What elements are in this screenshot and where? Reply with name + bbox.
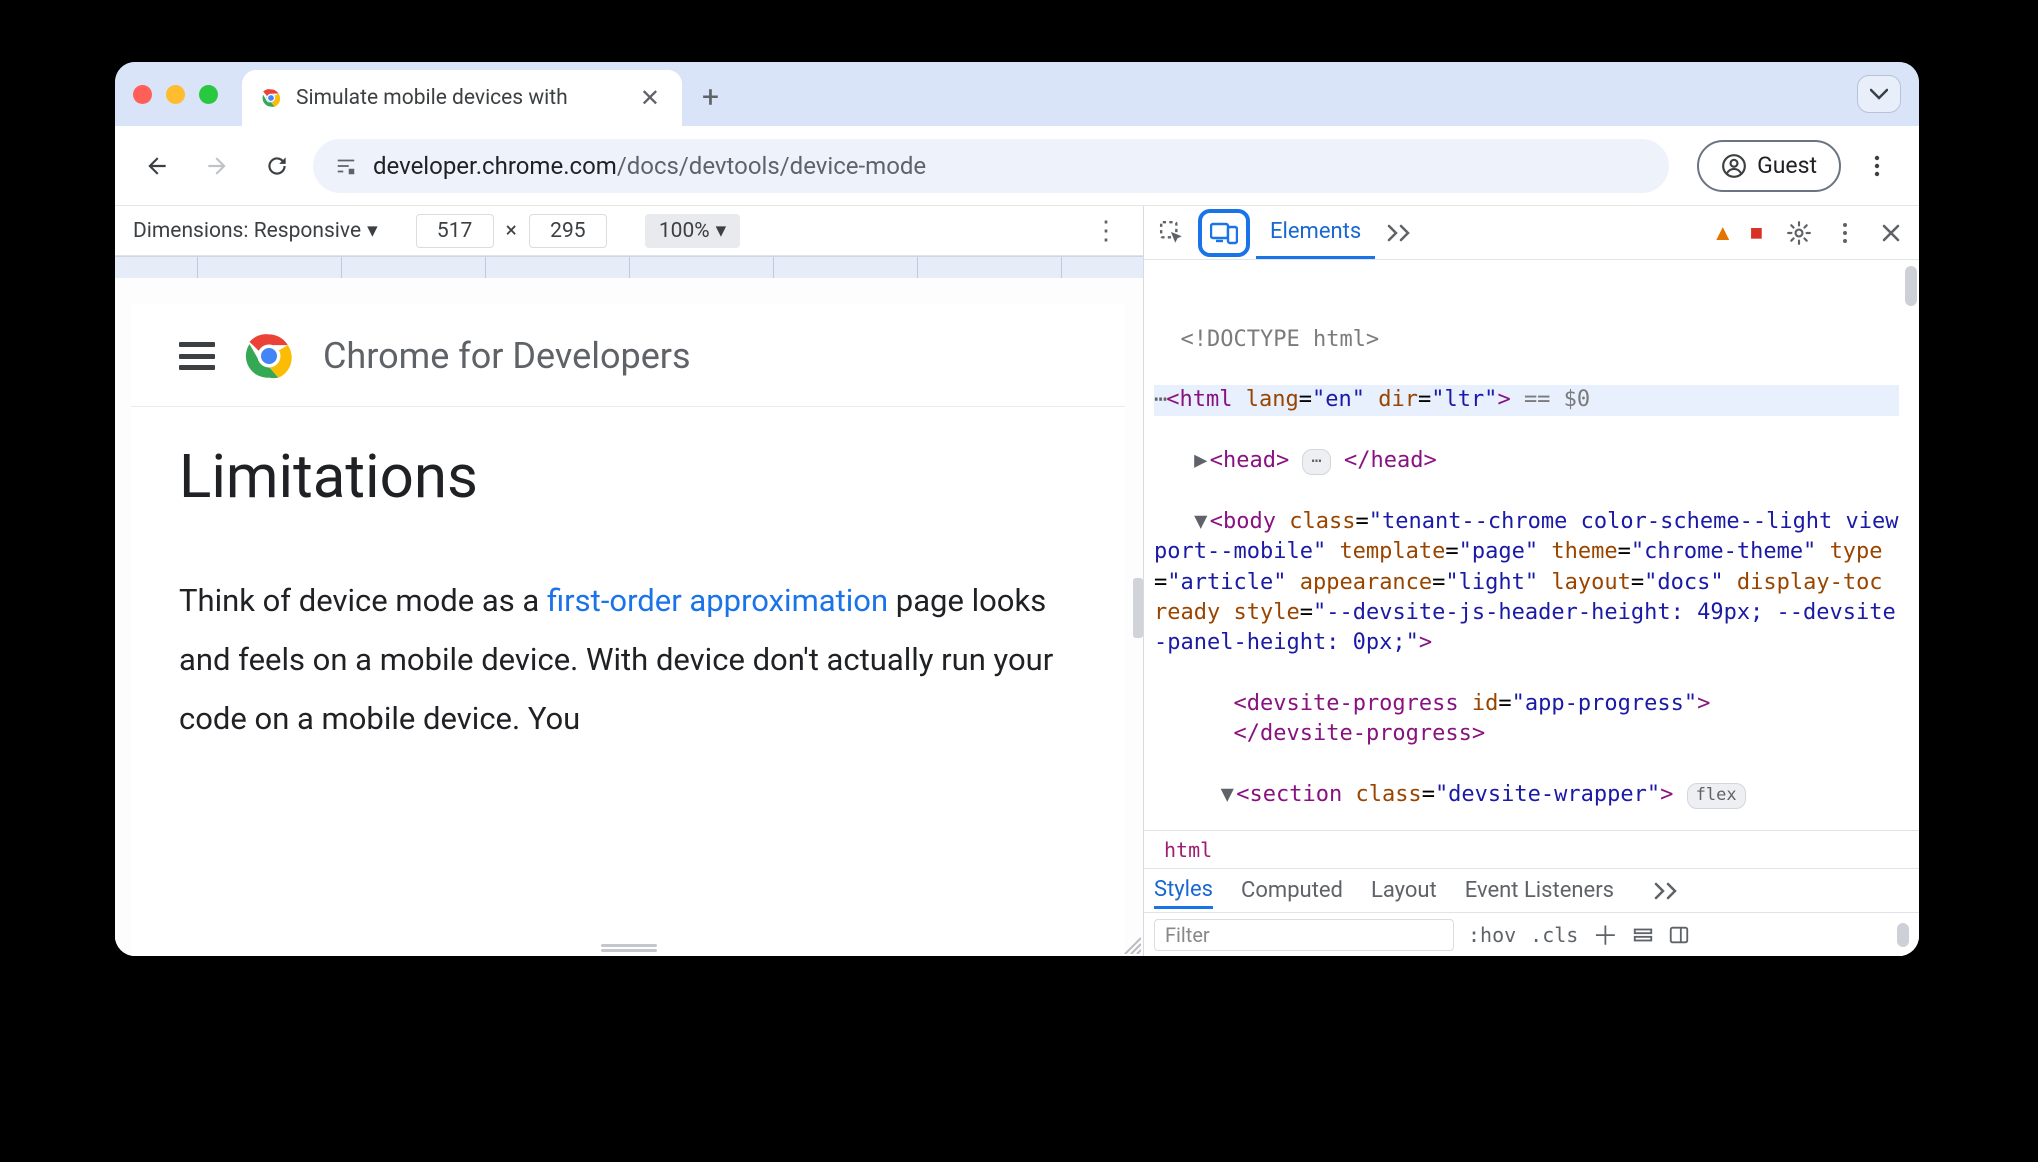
- warning-icon[interactable]: ▲: [1712, 220, 1734, 246]
- error-icon[interactable]: ■: [1750, 220, 1763, 246]
- close-devtools-button[interactable]: [1871, 213, 1911, 253]
- chrome-favicon-icon: [258, 85, 284, 111]
- toggle-device-toolbar-icon[interactable]: [1198, 209, 1250, 257]
- devtools-settings-icon[interactable]: [1779, 213, 1819, 253]
- chrome-logo-icon: [243, 330, 295, 382]
- styles-tabstrip: Styles Computed Layout Event Listeners: [1144, 868, 1919, 912]
- content-area: Dimensions: Responsive ▾ 517 × 295 100% …: [115, 206, 1919, 956]
- browser-toolbar: developer.chrome.com/docs/devtools/devic…: [115, 126, 1919, 206]
- inspect-element-icon[interactable]: [1152, 213, 1192, 253]
- dimensions-dropdown[interactable]: Dimensions: Responsive ▾: [133, 218, 378, 243]
- browser-tab[interactable]: Simulate mobile devices with ✕: [242, 70, 682, 126]
- page-body: Limitations Think of device mode as a fi…: [131, 407, 1125, 783]
- profile-label: Guest: [1757, 152, 1817, 179]
- page-paragraph: Think of device mode as a first-order ap…: [179, 572, 1077, 749]
- browser-window: Simulate mobile devices with ✕ + develop…: [115, 62, 1919, 956]
- devsite-progress-line[interactable]: <devsite-progress id="app-progress"> </d…: [1154, 689, 1899, 750]
- scrollbar-thumb[interactable]: [1905, 266, 1917, 306]
- close-window-button[interactable]: [133, 85, 152, 104]
- tab-title: Simulate mobile devices with: [296, 86, 624, 110]
- hov-toggle[interactable]: :hov: [1468, 923, 1516, 947]
- device-toolbar: Dimensions: Responsive ▾ 517 × 295 100% …: [115, 206, 1143, 256]
- tab-strip: Simulate mobile devices with ✕ +: [115, 62, 1919, 126]
- devtools-pane: Elements ▲ ■ <!DOCTYPE html> ⋯<ht: [1143, 206, 1919, 956]
- dom-tree[interactable]: <!DOCTYPE html> ⋯<html lang="en" dir="lt…: [1144, 260, 1919, 830]
- hamburger-icon[interactable]: [179, 342, 215, 370]
- minimize-window-button[interactable]: [166, 85, 185, 104]
- scrollbar-thumb[interactable]: [1897, 923, 1909, 947]
- address-bar[interactable]: developer.chrome.com/docs/devtools/devic…: [313, 139, 1669, 193]
- toggle-panel-icon[interactable]: [1668, 924, 1690, 946]
- dimensions-label: Dimensions: Responsive: [133, 219, 361, 243]
- viewport-resize-handle-bottom[interactable]: [601, 944, 657, 952]
- dom-breadcrumb[interactable]: html: [1144, 830, 1919, 868]
- selected-element-indicator: == $0: [1524, 387, 1590, 412]
- dimension-separator: ×: [506, 219, 517, 243]
- window-controls: [133, 85, 218, 104]
- maximize-window-button[interactable]: [199, 85, 218, 104]
- approximation-link[interactable]: first-order approximation: [547, 582, 888, 619]
- viewport-resize-handle-right[interactable]: [1133, 578, 1143, 638]
- close-tab-button[interactable]: ✕: [636, 84, 664, 112]
- devtools-menu-icon[interactable]: [1825, 213, 1865, 253]
- back-button[interactable]: [133, 142, 181, 190]
- viewport-height-input[interactable]: 295: [529, 214, 607, 248]
- doctype-line: <!DOCTYPE html>: [1181, 327, 1380, 352]
- device-mode-pane: Dimensions: Responsive ▾ 517 × 295 100% …: [115, 206, 1143, 956]
- chevron-down-icon: ▾: [716, 218, 727, 243]
- event-listeners-tab[interactable]: Event Listeners: [1465, 874, 1614, 907]
- browser-menu-button[interactable]: [1853, 142, 1901, 190]
- new-style-rule-button[interactable]: ＋: [1592, 916, 1618, 953]
- flex-badge[interactable]: flex: [1687, 783, 1746, 808]
- computed-styles-sidebar-icon[interactable]: [1632, 924, 1654, 946]
- para-prefix: Think of device mode as a: [179, 582, 547, 619]
- chevron-down-icon: ▾: [367, 218, 378, 243]
- more-styles-tabs-icon[interactable]: [1648, 871, 1688, 911]
- cls-toggle[interactable]: .cls: [1530, 923, 1578, 947]
- styles-toolbar: Filter :hov .cls ＋: [1144, 912, 1919, 956]
- viewport-resize-handle-corner[interactable]: [1121, 934, 1141, 954]
- viewport-width-input[interactable]: 517: [416, 214, 494, 248]
- site-settings-icon[interactable]: [335, 155, 357, 177]
- zoom-dropdown[interactable]: 100% ▾: [645, 214, 740, 248]
- section-wrapper-line[interactable]: ▼<section class="devsite-wrapper"> flex: [1154, 780, 1899, 810]
- breadcrumb-html[interactable]: html: [1154, 838, 1222, 862]
- styles-tab[interactable]: Styles: [1154, 873, 1213, 909]
- layout-tab[interactable]: Layout: [1371, 874, 1437, 907]
- styles-filter-input[interactable]: Filter: [1154, 919, 1454, 951]
- html-element-line[interactable]: ⋯<html lang="en" dir="ltr"> == $0: [1154, 385, 1899, 415]
- simulated-page[interactable]: Chrome for Developers Limitations Think …: [131, 304, 1125, 956]
- computed-tab[interactable]: Computed: [1241, 874, 1343, 907]
- url-text: developer.chrome.com/docs/devtools/devic…: [373, 152, 926, 180]
- new-tab-button[interactable]: +: [702, 74, 719, 115]
- head-element-line[interactable]: ▶<head> ⋯ </head>: [1154, 446, 1899, 476]
- elements-tab[interactable]: Elements: [1256, 206, 1375, 259]
- guest-icon: [1721, 153, 1747, 179]
- tab-search-button[interactable]: [1857, 75, 1901, 113]
- page-header: Chrome for Developers: [131, 304, 1125, 407]
- forward-button[interactable]: [193, 142, 241, 190]
- page-header-title: Chrome for Developers: [323, 335, 691, 377]
- viewport-area: Chrome for Developers Limitations Think …: [115, 278, 1143, 956]
- profile-chip[interactable]: Guest: [1697, 140, 1841, 192]
- body-element-line[interactable]: ▼<body class="tenant--chrome color-schem…: [1154, 507, 1899, 659]
- reload-button[interactable]: [253, 142, 301, 190]
- filter-placeholder: Filter: [1165, 923, 1210, 947]
- devtools-tabstrip: Elements ▲ ■: [1144, 206, 1919, 260]
- ruler[interactable]: [115, 256, 1143, 278]
- zoom-value: 100%: [659, 219, 710, 243]
- more-tabs-icon[interactable]: [1381, 213, 1421, 253]
- device-toolbar-menu[interactable]: ⋮: [1085, 216, 1125, 246]
- page-h1: Limitations: [179, 441, 1077, 512]
